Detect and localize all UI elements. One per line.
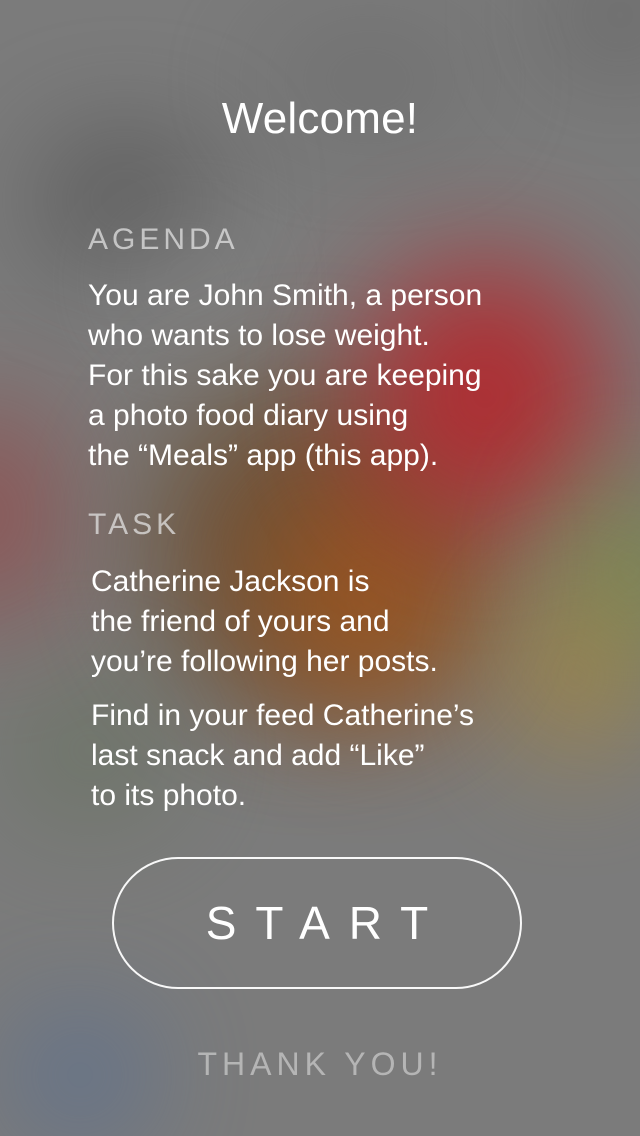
agenda-text: You are John Smith, a person who wants t… [88,279,483,472]
page-title: Welcome! [221,94,419,143]
task-text-instruction: Find in your feed Catherine’s last snack… [91,699,474,812]
welcome-screen: Welcome! AGENDA You are John Smith, a pe… [0,0,640,1136]
thank-you-button[interactable]: THANK YOU! [0,1046,640,1083]
welcome-content: Welcome! AGENDA You are John Smith, a pe… [0,0,640,1136]
start-button[interactable]: START [112,857,522,989]
agenda-label: AGENDA [88,223,239,256]
task-text-intro: Catherine Jackson is the friend of yours… [91,565,438,678]
task-label: TASK [88,508,181,541]
